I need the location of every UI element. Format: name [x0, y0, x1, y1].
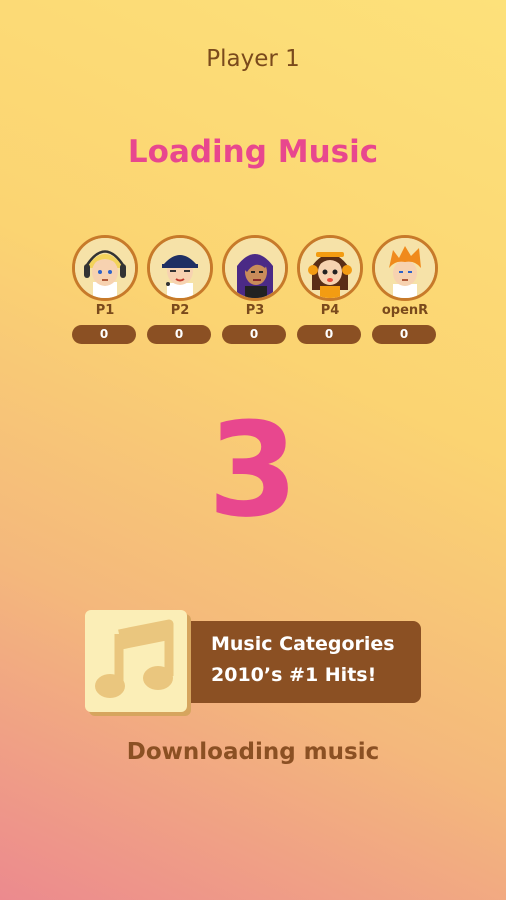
orange-headset-avatar-icon	[297, 235, 363, 301]
player-list: P1 0 P2 0 P3 0 P4 0 openR 0	[72, 235, 438, 350]
category-name: 2010’s #1 Hits!	[211, 664, 377, 686]
category-heading: Music Categories	[211, 633, 395, 655]
player-name: P3	[245, 303, 265, 318]
player-score: 0	[72, 325, 136, 344]
blonde-headphones-avatar-icon	[72, 235, 138, 301]
player-name: openR	[381, 303, 429, 318]
player-score: 0	[372, 325, 436, 344]
status-title: Loading Music	[127, 134, 379, 170]
player-score: 0	[222, 325, 286, 344]
player-score: 0	[297, 325, 361, 344]
player-score: 0	[147, 325, 211, 344]
orange-spiky-hair-avatar-icon	[372, 235, 438, 301]
category-text: Music Categories 2010’s #1 Hits!	[211, 629, 395, 691]
navy-cap-avatar-icon	[147, 235, 213, 301]
download-status-label: Downloading music	[126, 739, 380, 765]
player-label: Player 1	[206, 46, 300, 72]
player-name: P2	[170, 303, 190, 318]
player-name: P1	[95, 303, 115, 318]
music-note-icon	[85, 610, 187, 712]
player-name: P4	[320, 303, 340, 318]
purple-hair-avatar-icon	[222, 235, 288, 301]
music-category-banner: Music Categories 2010’s #1 Hits!	[155, 621, 421, 703]
countdown-number: 3	[207, 394, 299, 546]
